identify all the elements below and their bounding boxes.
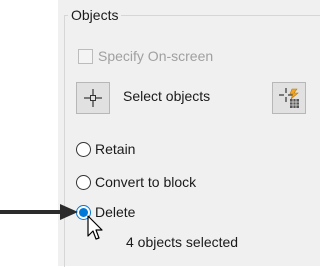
convert-to-block-radio[interactable] [76, 174, 91, 190]
convert-to-block-option[interactable]: Convert to block [76, 172, 196, 192]
quick-select-button[interactable] [272, 82, 306, 114]
quick-select-icon [279, 88, 299, 108]
specify-onscreen-row: Specify On-screen [78, 45, 213, 67]
retain-option[interactable]: Retain [76, 139, 135, 159]
retain-label: Retain [95, 141, 136, 157]
group-title: Objects [68, 6, 122, 24]
select-objects-button[interactable] [76, 82, 110, 114]
pick-point-icon [84, 89, 102, 107]
retain-radio[interactable] [76, 141, 91, 157]
selection-count-status: 4 objects selected [126, 234, 239, 250]
convert-to-block-label: Convert to block [95, 174, 197, 190]
select-objects-label: Select objects [123, 88, 211, 104]
pointer-arrow-icon [0, 204, 78, 220]
specify-onscreen-checkbox [78, 48, 93, 64]
mouse-cursor-icon [87, 215, 103, 240]
specify-onscreen-label: Specify On-screen [98, 48, 214, 64]
delete-option[interactable]: Delete [76, 202, 135, 222]
